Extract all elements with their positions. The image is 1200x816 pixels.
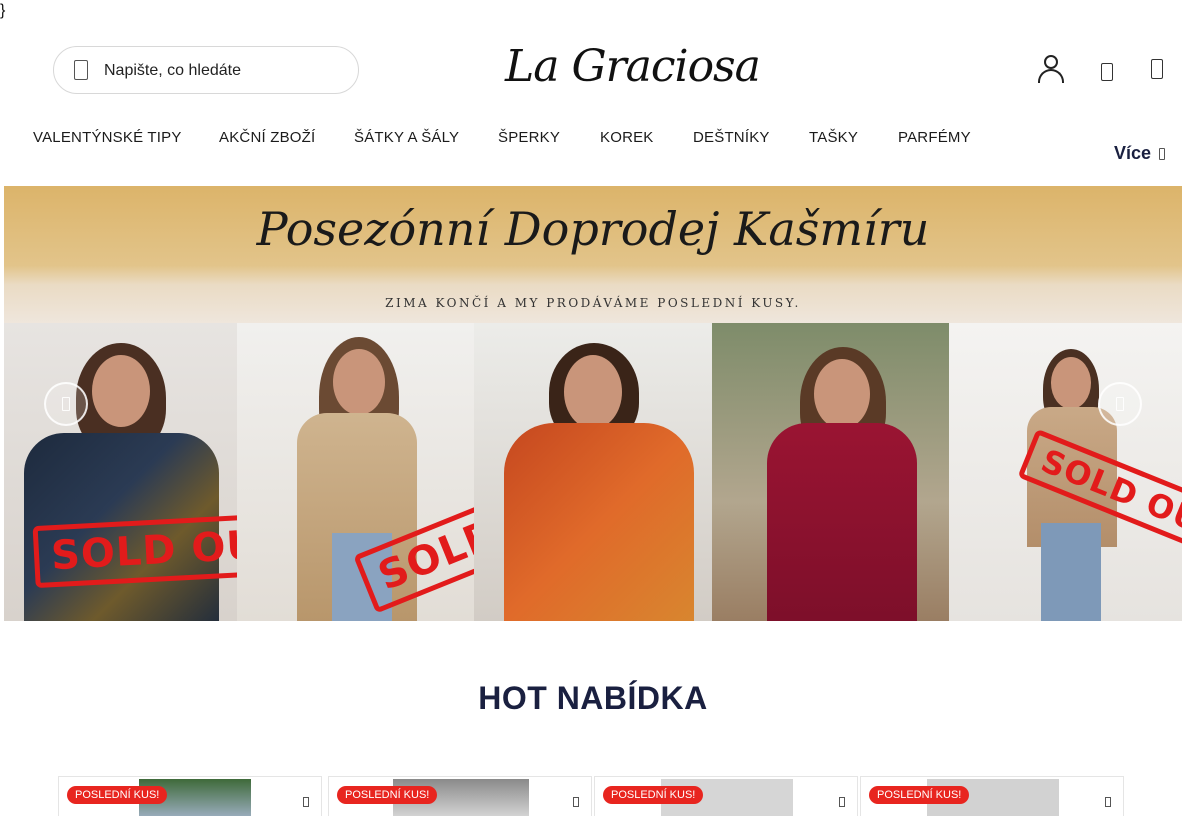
site-logo[interactable]: La Graciosa xyxy=(505,34,761,100)
nav-item-valentynske-tipy[interactable]: VALENTÝNSKÉ TIPY xyxy=(33,129,182,146)
wishlist-heart-icon[interactable] xyxy=(839,797,845,807)
carousel-next-button[interactable] xyxy=(1098,382,1142,426)
banner-photo-3 xyxy=(474,323,712,621)
nav-item-destniky[interactable]: DEŠTNÍKY xyxy=(693,129,770,146)
chevron-left-icon xyxy=(62,397,70,411)
banner-photo-2: SOLD OUT xyxy=(237,323,474,621)
chevron-right-icon xyxy=(1116,397,1124,411)
hero-banner[interactable]: Posezónní Doprodej Kašmíru ZIMA KONČÍ A … xyxy=(4,186,1182,621)
last-piece-badge: POSLEDNÍ KUS! xyxy=(337,786,438,804)
product-card[interactable]: POSLEDNÍ KUS! xyxy=(328,776,592,816)
banner-subtitle: ZIMA KONČÍ A MY PRODÁVÁME POSLEDNÍ KUSY. xyxy=(385,296,801,310)
section-title-hot-nabidka: HOT NABÍDKA xyxy=(478,680,708,716)
user-icon-head xyxy=(1044,55,1058,69)
last-piece-badge: POSLEDNÍ KUS! xyxy=(603,786,704,804)
cart-icon[interactable] xyxy=(1151,59,1163,79)
user-icon-body xyxy=(1038,69,1064,83)
chevron-down-icon xyxy=(1159,147,1166,160)
banner-header: Posezónní Doprodej Kašmíru ZIMA KONČÍ A … xyxy=(4,186,1182,323)
stray-brace-text: } xyxy=(0,2,6,19)
product-card[interactable]: POSLEDNÍ KUS! xyxy=(594,776,858,816)
nav-item-sperky[interactable]: ŠPERKY xyxy=(498,129,560,146)
last-piece-badge: POSLEDNÍ KUS! xyxy=(67,786,168,804)
banner-photo-strip: SOLD OUT SOLD OUT SOLD OUT xyxy=(4,323,1182,621)
product-card[interactable]: POSLEDNÍ KUS! xyxy=(860,776,1124,816)
search-input[interactable] xyxy=(104,59,344,83)
wishlist-heart-icon[interactable] xyxy=(1105,797,1111,807)
nav-item-korek[interactable]: KOREK xyxy=(600,129,654,146)
nav-item-parfemy[interactable]: PARFÉMY xyxy=(898,129,971,146)
nav-more-dropdown[interactable]: Více xyxy=(1114,143,1166,164)
product-card[interactable]: POSLEDNÍ KUS! xyxy=(58,776,322,816)
user-icon[interactable] xyxy=(1037,55,1065,83)
nav-item-satky-a-saly[interactable]: ŠÁTKY A ŠÁLY xyxy=(354,129,459,146)
banner-photo-5: SOLD OUT xyxy=(949,323,1182,621)
carousel-prev-button[interactable] xyxy=(44,382,88,426)
banner-photo-4 xyxy=(712,323,949,621)
last-piece-badge: POSLEDNÍ KUS! xyxy=(869,786,970,804)
nav-item-tasky[interactable]: TAŠKY xyxy=(809,129,858,146)
nav-more-label: Více xyxy=(1114,143,1152,163)
search-bar[interactable] xyxy=(53,46,359,94)
nav-item-akcni-zbozi[interactable]: AKČNÍ ZBOŽÍ xyxy=(219,129,315,146)
wishlist-heart-icon[interactable] xyxy=(303,797,309,807)
product-carousel: POSLEDNÍ KUS! POSLEDNÍ KUS! POSLEDNÍ KUS… xyxy=(58,776,1128,816)
banner-photo-1: SOLD OUT xyxy=(4,323,237,621)
banner-title: Posezónní Doprodej Kašmíru xyxy=(256,202,930,256)
search-icon[interactable] xyxy=(74,60,88,80)
wishlist-heart-icon[interactable] xyxy=(573,797,579,807)
heart-icon[interactable] xyxy=(1101,63,1113,81)
